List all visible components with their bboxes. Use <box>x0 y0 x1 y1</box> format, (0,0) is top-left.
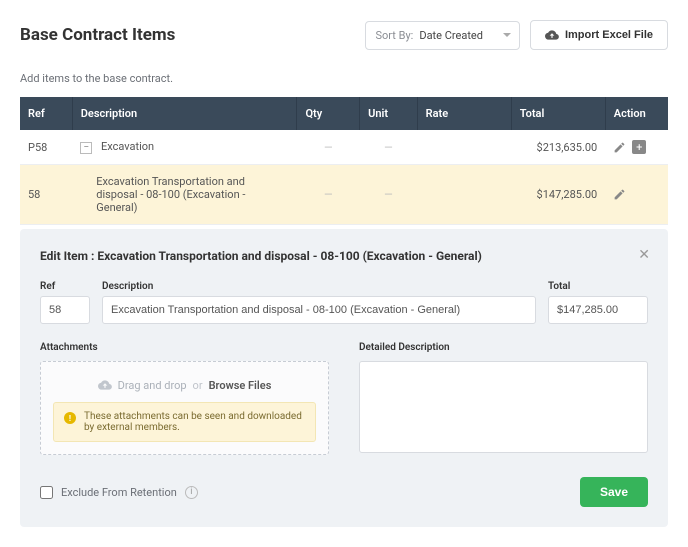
cell-action: + <box>605 130 668 165</box>
cell-rate <box>417 130 511 165</box>
total-input[interactable] <box>548 296 648 324</box>
cell-ref: 58 <box>20 165 72 225</box>
edit-icon[interactable] <box>613 141 626 154</box>
table-row: P58 − Excavation — — $213,635.00 + <box>20 130 668 165</box>
page-subtitle: Add items to the base contract. <box>20 72 668 85</box>
edit-panel-title: Edit Item : Excavation Transportation an… <box>40 249 648 263</box>
th-ref: Ref <box>20 97 72 130</box>
cell-qty: — <box>297 130 360 165</box>
cell-description: − Excavation <box>72 130 297 165</box>
label-total: Total <box>548 281 648 292</box>
cell-rate <box>417 165 511 225</box>
attachment-note-text: These attachments can be seen and downlo… <box>84 411 305 433</box>
sort-label: Sort By: <box>376 29 414 42</box>
label-detailed-description: Detailed Description <box>359 342 648 353</box>
exclude-retention-checkbox[interactable] <box>40 486 53 499</box>
sort-value: Date Created <box>419 29 483 42</box>
cell-unit: — <box>360 130 417 165</box>
cell-total: $213,635.00 <box>511 130 605 165</box>
cell-description: Excavation Transportation and disposal -… <box>72 165 297 225</box>
label-attachments: Attachments <box>40 342 329 353</box>
ref-input[interactable] <box>40 296 90 324</box>
import-button-label: Import Excel File <box>565 29 653 41</box>
description-input[interactable] <box>102 296 536 324</box>
attachment-visibility-note: ! These attachments can be seen and down… <box>53 402 316 442</box>
page-title: Base Contract Items <box>20 25 175 45</box>
th-unit: Unit <box>360 97 417 130</box>
cell-total: $147,285.00 <box>511 165 605 225</box>
warning-icon: ! <box>64 412 76 424</box>
th-action: Action <box>605 97 668 130</box>
cell-unit: — <box>360 165 417 225</box>
exclude-retention-wrap[interactable]: Exclude From Retention i <box>40 486 198 499</box>
edit-item-panel: Edit Item : Excavation Transportation an… <box>20 229 668 527</box>
collapse-toggle[interactable]: − <box>80 142 92 154</box>
attachments-dropzone[interactable]: Drag and drop or Browse Files ! These at… <box>40 361 329 455</box>
drag-drop-text: Drag and drop <box>118 379 187 392</box>
cloud-upload-icon <box>98 378 112 392</box>
th-rate: Rate <box>417 97 511 130</box>
label-description: Description <box>102 281 536 292</box>
cell-action <box>605 165 668 225</box>
th-qty: Qty <box>297 97 360 130</box>
cell-qty: — <box>297 165 360 225</box>
sort-by-select[interactable]: Sort By: Date Created <box>365 21 520 50</box>
exclude-retention-label: Exclude From Retention <box>61 486 177 499</box>
table-row: 58 Excavation Transportation and disposa… <box>20 165 668 225</box>
edit-icon[interactable] <box>613 188 626 201</box>
info-icon[interactable]: i <box>185 486 198 499</box>
items-table: Ref Description Qty Unit Rate Total Acti… <box>20 97 668 225</box>
browse-files-link[interactable]: Browse Files <box>209 379 272 392</box>
or-text: or <box>193 379 203 392</box>
save-button[interactable]: Save <box>580 477 648 507</box>
add-icon[interactable]: + <box>632 140 646 154</box>
close-icon[interactable]: ✕ <box>638 247 650 263</box>
th-total: Total <box>511 97 605 130</box>
cell-ref: P58 <box>20 130 72 165</box>
import-excel-button[interactable]: Import Excel File <box>530 20 668 50</box>
label-ref: Ref <box>40 281 90 292</box>
detailed-description-textarea[interactable] <box>359 361 648 453</box>
chevron-down-icon <box>503 33 511 37</box>
cell-description-text: Excavation <box>101 140 154 153</box>
cloud-upload-icon <box>545 28 559 42</box>
th-description: Description <box>72 97 297 130</box>
